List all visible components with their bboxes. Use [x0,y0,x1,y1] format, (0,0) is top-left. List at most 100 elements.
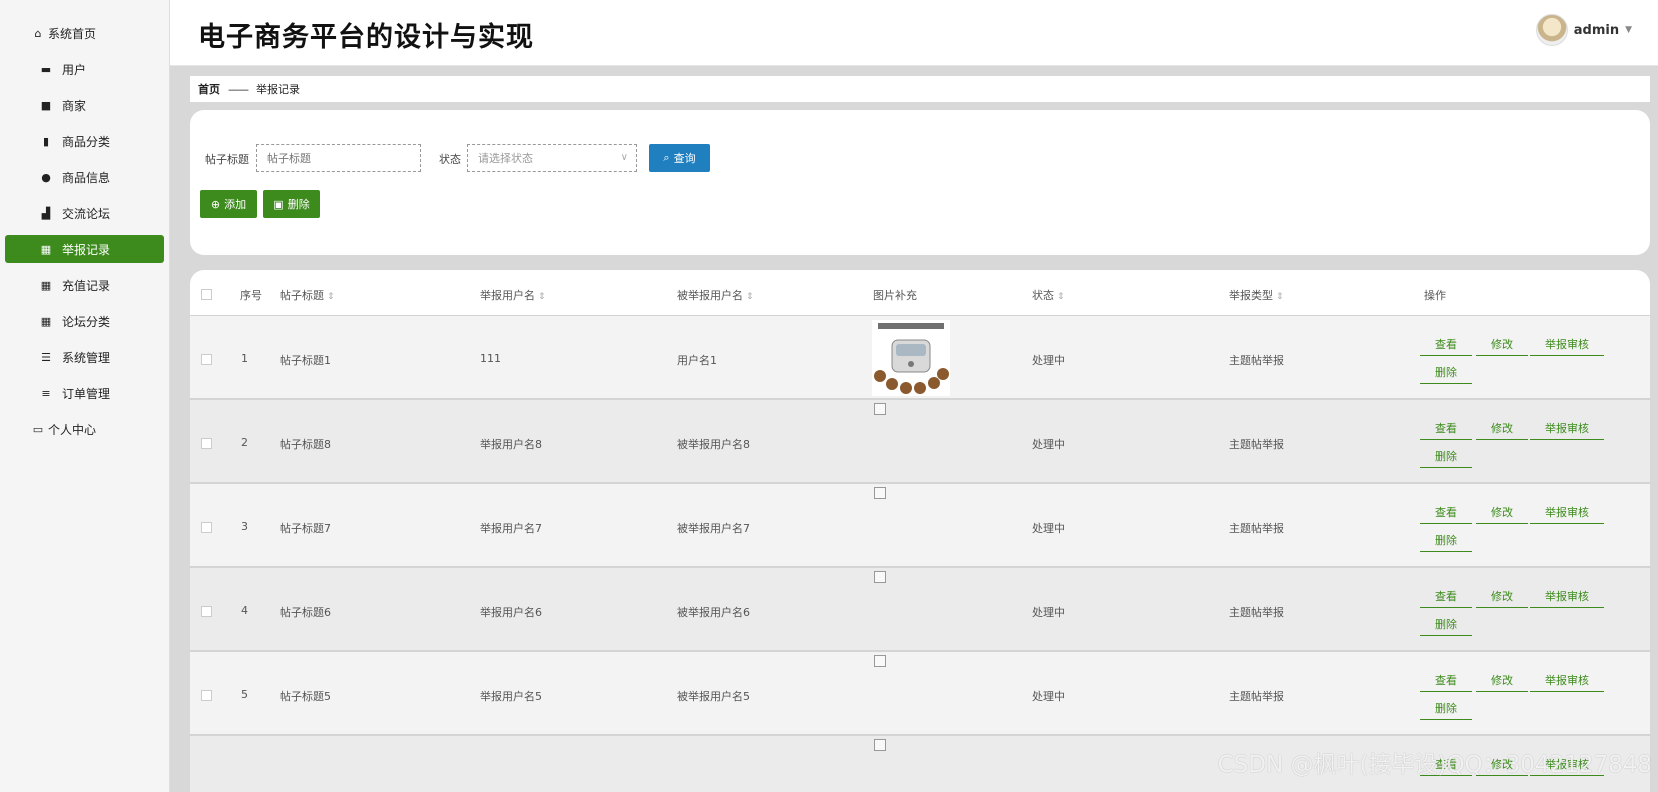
review-button[interactable]: 举报审核 [1530,500,1604,524]
sidebar-item-product-info[interactable]: ● 商品信息 [5,163,164,191]
edit-button[interactable]: 修改 [1476,416,1528,440]
list-icon: ≡ [41,386,51,400]
sidebar-item-label: 系统管理 [62,350,111,365]
add-button[interactable]: ⊕ 添加 [200,190,257,218]
edit-button[interactable]: 修改 [1476,332,1528,356]
column-header-index: 序号 [240,289,262,302]
cell-status: 处理中 [1032,522,1065,535]
column-header-label: 被举报用户名 [677,289,743,302]
edit-button[interactable]: 修改 [1476,500,1528,524]
username: admin [1573,22,1620,38]
view-button[interactable]: 查看 [1420,332,1472,356]
report-table: 序号 帖子标题 ⇕ 举报用户名 ⇕ 被举报用户名 ⇕ 图片补充 状态 ⇕ 举报类型 ⇕ 操… [190,270,1650,792]
sidebar-item-label: 用户 [62,62,87,77]
view-button[interactable]: 查看 [1420,584,1472,608]
title-search-input[interactable] [256,144,421,172]
sidebar-item-label: 商品分类 [62,134,111,149]
cell-reported: 被举报用户名5 [677,690,750,703]
window-icon: ▭ [32,422,44,436]
column-header-title[interactable]: 帖子标题 ⇕ [280,287,335,303]
cell-reported: 用户名1 [677,354,717,367]
sidebar-item-label: 充值记录 [62,278,111,293]
cell-type: 主题帖举报 [1229,354,1284,367]
title-filter-label: 帖子标题 [205,153,249,166]
review-button[interactable]: 举报审核 [1530,584,1604,608]
caret-down-icon: ▼ [1625,25,1632,35]
sidebar-item-system[interactable]: ☰ 系统管理 [5,343,164,371]
row-delete-button[interactable]: 删除 [1420,528,1472,552]
cell-title: 帖子标题1 [280,354,331,367]
edit-button[interactable]: 修改 [1476,584,1528,608]
cell-title: 帖子标题7 [280,522,331,535]
view-button[interactable]: 查看 [1420,668,1472,692]
status-select-placeholder: 请选择状态 [478,152,533,165]
cell-title: 帖子标题8 [280,438,331,451]
avatar [1535,14,1568,46]
cell-title: 帖子标题5 [280,690,331,703]
row-checkbox[interactable] [201,606,212,617]
cell-reporter: 111 [480,352,501,365]
sidebar-item-profile[interactable]: ▭ 个人中心 [5,415,164,443]
sidebar-item-product-categories[interactable]: ▮ 商品分类 [5,127,164,155]
column-header-reporter[interactable]: 举报用户名 ⇕ [480,287,546,303]
edit-button[interactable]: 修改 [1476,668,1528,692]
review-button[interactable]: 举报审核 [1530,332,1604,356]
cell-index: 4 [241,604,248,617]
sidebar-item-orders[interactable]: ≡ 订单管理 [5,379,164,407]
cell-reporter: 举报用户名5 [480,690,542,703]
sidebar-item-reports[interactable]: ▦ 举报记录 [5,235,164,263]
sidebar-item-label: 个人中心 [48,422,97,437]
cell-reported: 被举报用户名6 [677,606,750,619]
status-select[interactable]: 请选择状态 ∨ [467,144,637,172]
query-button-label: 查询 [673,152,696,165]
sidebar-item-users[interactable]: ▬ 用户 [5,55,164,83]
breadcrumb: 首页 —— 举报记录 [190,76,1650,102]
row-checkbox[interactable] [201,438,212,449]
cell-index: 3 [241,520,248,533]
sidebar-item-merchants[interactable]: ■ 商家 [5,91,164,119]
trash-icon: ▣ [273,197,284,211]
delete-button-label: 删除 [287,198,310,211]
briefcase-icon: ▬ [40,62,52,76]
cell-status: 处理中 [1032,438,1065,451]
sidebar-item-label: 交流论坛 [62,206,111,221]
query-button[interactable]: ⌕ 查询 [649,144,710,172]
row-checkbox[interactable] [201,690,212,701]
column-header-label: 状态 [1032,289,1054,302]
column-header-status[interactable]: 状态 ⇕ [1032,287,1065,303]
breadcrumb-current: 举报记录 [256,83,300,96]
column-header-reported[interactable]: 被举报用户名 ⇕ [677,287,754,303]
row-delete-button[interactable]: 删除 [1420,444,1472,468]
cell-index: 1 [241,352,248,365]
select-all-checkbox[interactable] [201,289,212,300]
view-button[interactable]: 查看 [1420,416,1472,440]
rice-cooker-image [872,320,950,396]
sidebar-item-home[interactable]: ⌂ 系统首页 [5,19,164,47]
status-filter-label: 状态 [439,153,461,166]
cell-index: 5 [241,688,248,701]
row-delete-button[interactable]: 删除 [1420,696,1472,720]
delete-button[interactable]: ▣ 删除 [263,190,320,218]
view-button[interactable]: 查看 [1420,500,1472,524]
row-delete-button[interactable]: 删除 [1420,612,1472,636]
grid-icon: ▦ [40,242,52,256]
row-checkbox[interactable] [201,522,212,533]
sidebar-item-forum-categories[interactable]: ▦ 论坛分类 [5,307,164,335]
broken-image-icon [874,655,886,667]
table-row: 5 帖子标题5 举报用户名5 被举报用户名5 处理中 主题帖举报 查看 修改 举… [190,652,1650,737]
table-row: 2 帖子标题8 举报用户名8 被举报用户名8 处理中 主题帖举报 查看 修改 举… [190,400,1650,485]
column-header-type[interactable]: 举报类型 ⇕ [1229,287,1284,303]
cell-status: 处理中 [1032,690,1065,703]
row-delete-button[interactable]: 删除 [1420,360,1472,384]
review-button[interactable]: 举报审核 [1530,668,1604,692]
sort-icon: ⇕ [327,292,335,302]
row-checkbox[interactable] [201,354,212,365]
user-menu[interactable]: admin ▼ [1535,14,1632,46]
sidebar-item-label: 商家 [62,98,87,113]
sidebar-item-label: 订单管理 [62,386,111,401]
sidebar-item-recharge[interactable]: ▦ 充值记录 [5,271,164,299]
column-header-label: 举报类型 [1229,289,1273,302]
review-button[interactable]: 举报审核 [1530,416,1604,440]
breadcrumb-home[interactable]: 首页 [198,81,220,97]
sidebar-item-forum[interactable]: ▟ 交流论坛 [5,199,164,227]
